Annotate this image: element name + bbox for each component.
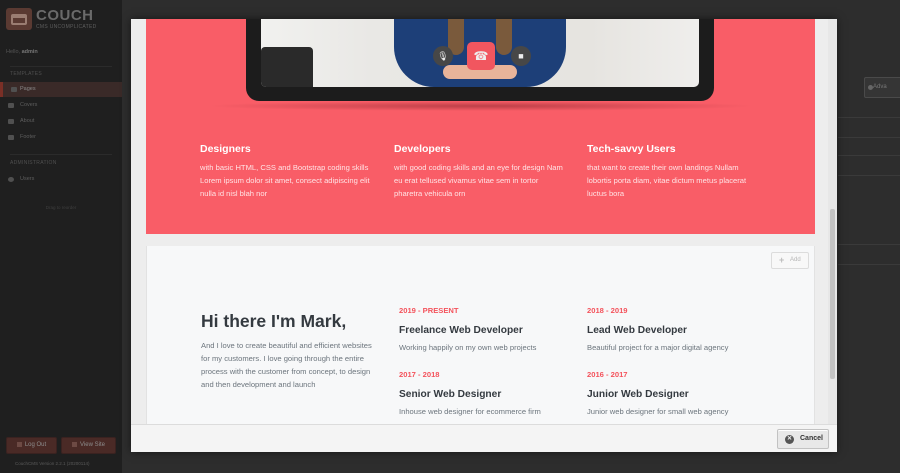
sidebar-hint: Drag to reorder [45, 205, 77, 210]
mic-off-icon: 🎙 [433, 46, 453, 66]
job-description: Beautiful project for a major digital ag… [587, 343, 729, 352]
document-icon [8, 119, 14, 124]
video-camera-icon: ■ [511, 46, 531, 66]
job-entry: 2019 - PRESENT Freelance Web Developer W… [399, 306, 584, 352]
sofa-icon [6, 8, 32, 30]
document-icon [8, 135, 14, 140]
feature-text: that want to create their own landings N… [587, 163, 747, 198]
sidebar-item-label: Pages [20, 86, 36, 92]
logout-icon [16, 441, 22, 447]
job-role: Senior Web Designer [399, 389, 502, 400]
external-link-icon [72, 441, 78, 447]
job-years: 2017 - 2018 [399, 370, 440, 379]
sidebar-item-users[interactable]: Users [0, 172, 122, 187]
feature-title: Tech-savvy Users [587, 143, 676, 155]
tablet-mockup: 🎙 ☎ ■ [246, 19, 714, 101]
advanced-settings-button[interactable]: Adva [864, 77, 900, 98]
feature-developers: Developers with good coding skills and a… [394, 143, 564, 200]
job-years: 2018 - 2019 [587, 306, 628, 315]
job-entry: 2017 - 2018 Senior Web Designer Inhouse … [399, 370, 584, 416]
sidebar-item-about[interactable]: About [0, 114, 122, 129]
preview-modal: 🎙 ☎ ■ Designers with basic HTML, CSS and… [131, 19, 837, 452]
view-site-button[interactable]: View Site [61, 437, 116, 454]
laptop-shape [261, 47, 313, 87]
section-administration: ADMINISTRATION [10, 160, 57, 166]
intro-title: Hi there I'm Mark, [201, 311, 347, 331]
cancel-button[interactable]: ✕ Cancel [777, 429, 829, 449]
hero-section: 🎙 ☎ ■ Designers with basic HTML, CSS and… [146, 19, 815, 234]
job-years: 2016 - 2017 [587, 370, 628, 379]
feature-designers: Designers with basic HTML, CSS and Boots… [200, 143, 370, 200]
sidebar-item-label: Footer [20, 134, 36, 140]
job-entry: 2018 - 2019 Lead Web Developer Beautiful… [587, 306, 772, 352]
video-call-image: 🎙 ☎ ■ [261, 19, 699, 87]
feature-title: Developers [394, 143, 451, 155]
feature-tech-savvy: Tech-savvy Users that want to create the… [587, 143, 757, 200]
job-role: Freelance Web Developer [399, 325, 523, 336]
username[interactable]: admin [22, 49, 38, 55]
feature-text: with basic HTML, CSS and Bootstrap codin… [200, 163, 370, 198]
modal-footer: ✕ Cancel [131, 424, 837, 452]
preview-content[interactable]: 🎙 ☎ ■ Designers with basic HTML, CSS and… [131, 19, 828, 424]
logo-name: COUCH [36, 7, 94, 24]
admin-sidebar: COUCH CMS UNCOMPLICATED Hello, admin TEM… [0, 0, 122, 473]
modal-scrollbar[interactable] [828, 19, 837, 424]
sidebar-item-covers[interactable]: Covers [0, 98, 122, 113]
resume-section: Add Hi there I'm Mark, And I love to cre… [146, 246, 815, 424]
page-icon [11, 87, 17, 92]
add-button[interactable]: Add [771, 252, 809, 269]
intro-text: And I love to create beautiful and effic… [201, 341, 372, 389]
section-templates: TEMPLATES [10, 71, 43, 77]
sidebar-item-label: About [20, 118, 35, 124]
user-icon [8, 177, 14, 182]
job-description: Working happily on my own web projects [399, 343, 537, 352]
greeting: Hello, admin [6, 49, 38, 55]
job-entry: 2016 - 2017 Junior Web Designer Junior w… [587, 370, 772, 416]
scrollbar-thumb[interactable] [830, 209, 835, 379]
tablet-shadow [206, 101, 756, 111]
sidebar-item-label: Covers [20, 102, 38, 108]
close-icon: ✕ [785, 435, 794, 444]
couch-logo[interactable]: COUCH CMS UNCOMPLICATED [6, 8, 97, 30]
feature-title: Designers [200, 143, 251, 155]
sidebar-item-footer[interactable]: Footer [0, 130, 122, 145]
job-role: Lead Web Developer [587, 325, 688, 336]
logout-button[interactable]: Log Out [6, 437, 57, 454]
document-icon [8, 103, 14, 108]
sidebar-item-label: Users [20, 176, 35, 182]
sidebar-item-pages[interactable]: Pages [0, 82, 122, 97]
phone-hangup-icon: ☎ [467, 42, 495, 70]
logo-tagline: CMS UNCOMPLICATED [36, 24, 97, 30]
job-description: Junior web designer for small web agency [587, 407, 729, 416]
job-role: Junior Web Designer [587, 389, 689, 400]
job-years: 2019 - PRESENT [399, 306, 459, 315]
feature-text: with good coding skills and an eye for d… [394, 163, 563, 198]
version-text: CouchCMS Version 2.2.1 (20200114) [15, 461, 90, 466]
job-description: Inhouse web designer for ecommerce firm [399, 407, 541, 416]
